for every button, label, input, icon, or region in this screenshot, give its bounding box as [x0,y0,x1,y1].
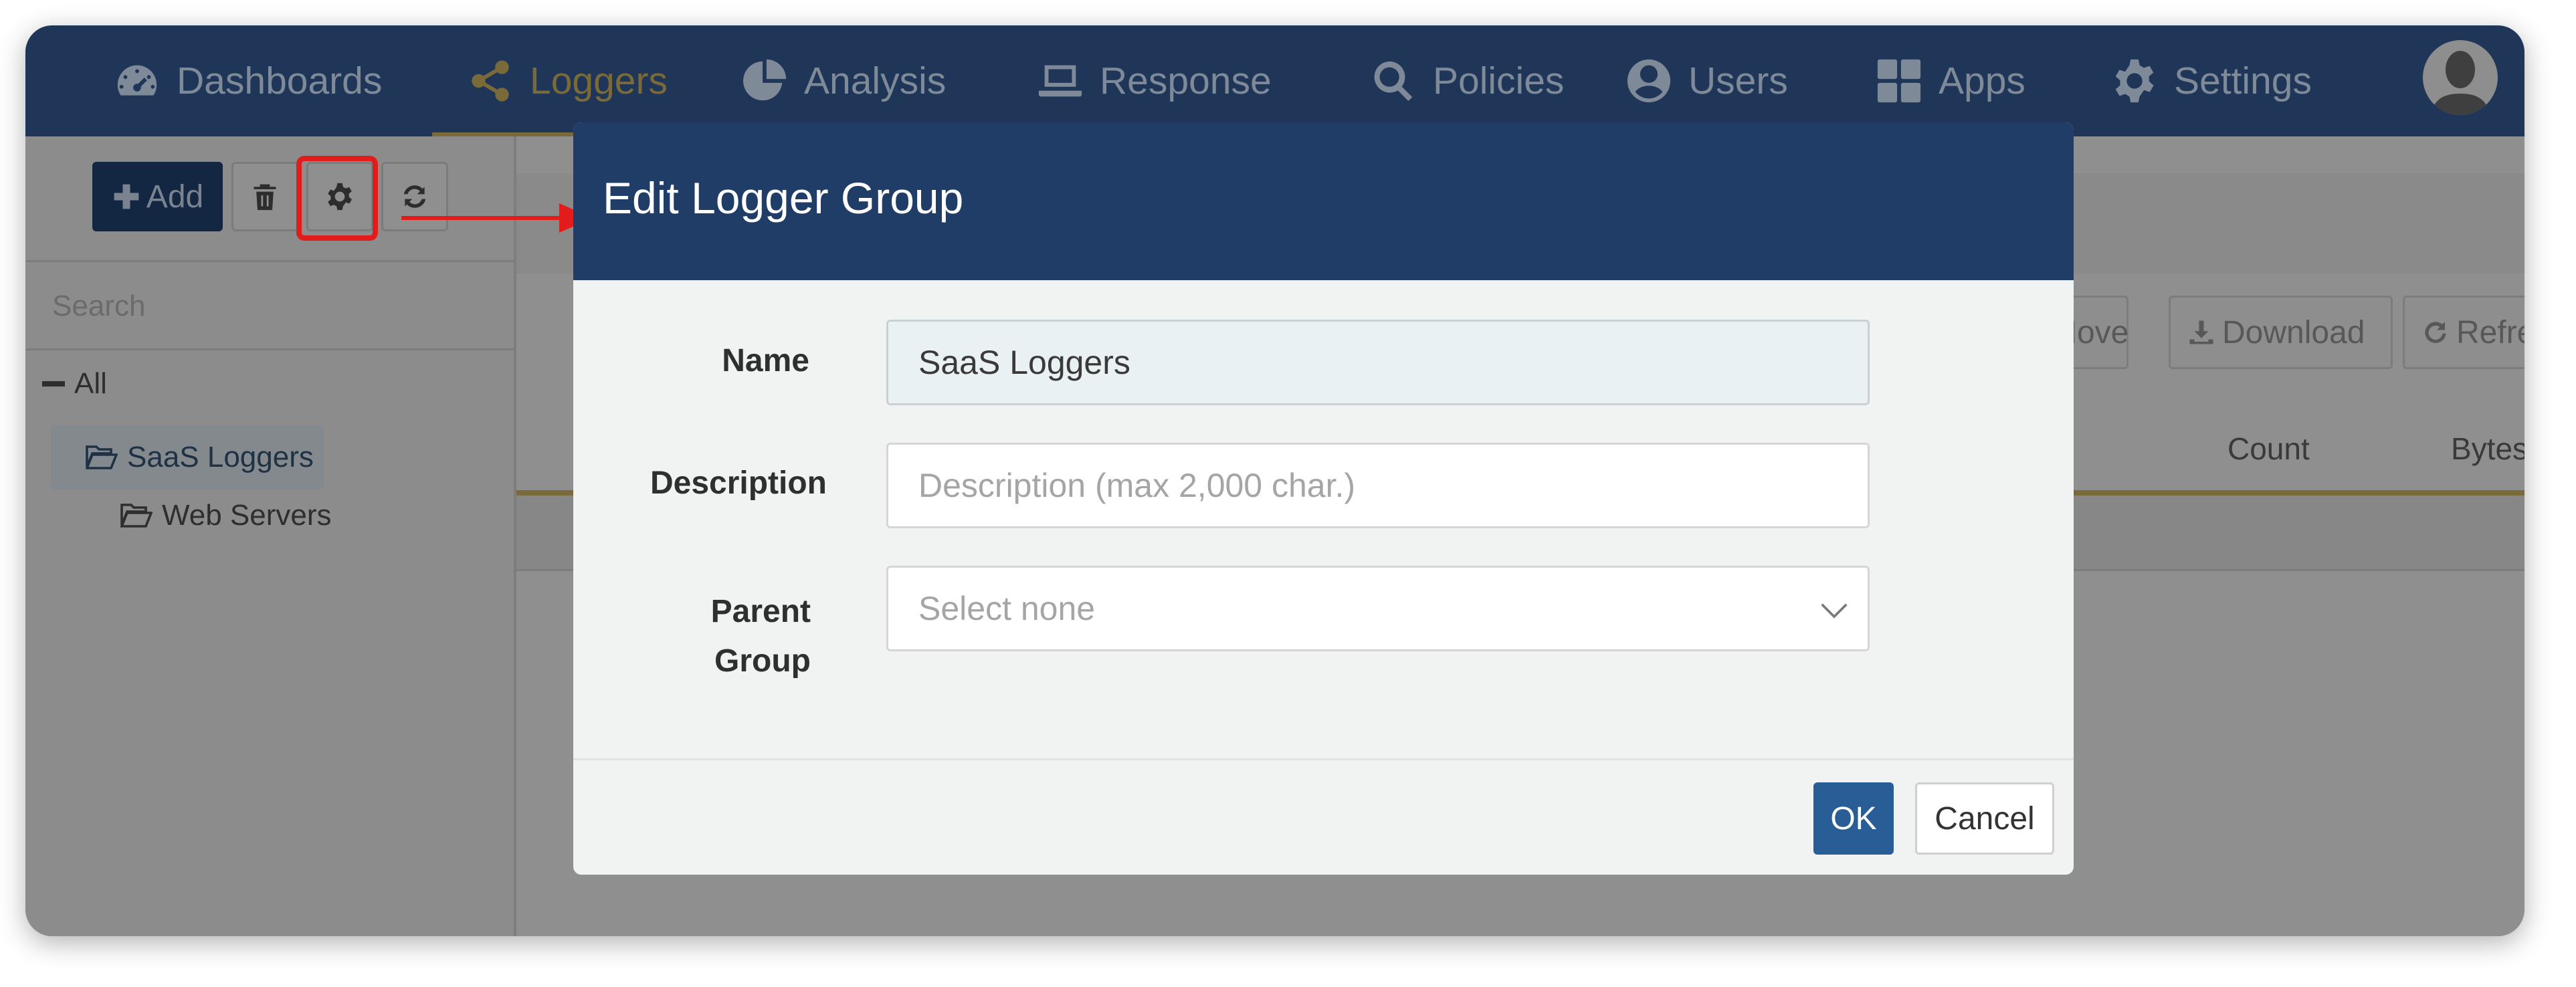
parent-group-label-line1: Parent [710,594,811,629]
parent-group-select[interactable]: Select none [886,566,1870,651]
nav-users[interactable]: Users [1625,25,1788,136]
nav-label: Users [1688,60,1788,102]
trash-icon [254,184,276,211]
logger-groups-panel: Add All SaaS Loggers Web Servers [25,136,516,936]
nav-label: Analysis [804,60,947,102]
nav-label: Dashboards [177,60,383,102]
tree-item-all[interactable]: All [42,367,107,401]
download-button-label: Download [2222,314,2365,350]
refresh-button[interactable]: Refres [2403,296,2524,369]
nav-policies[interactable]: Policies [1370,25,1564,136]
folder-open-icon [86,445,118,469]
nav-label: Settings [2174,60,2312,102]
chevron-down-icon [1821,603,1848,619]
share-icon [472,60,509,102]
nav-analysis[interactable]: Analysis [741,25,946,136]
dashboard-icon [117,65,157,96]
parent-group-select-value: Select none [918,590,1096,627]
avatar[interactable] [2423,40,2498,115]
nav-label: Policies [1433,60,1565,102]
laptop-icon [1038,65,1082,97]
grid-icon [1877,59,1921,103]
collapse-icon [42,381,65,387]
dialog-title: Edit Logger Group [603,173,964,223]
nav-loggers[interactable]: Loggers [432,25,694,136]
app-window: Dashboards Loggers Analysis Response Pol… [25,25,2524,936]
nav-label: Apps [1939,60,2025,102]
refresh-icon [2425,322,2446,343]
ok-button[interactable]: OK [1813,782,1894,855]
description-label: Description [650,465,827,501]
nav-apps[interactable]: Apps [1876,25,2025,136]
user-silhouette-icon [2431,51,2490,115]
name-label: Name [722,343,809,378]
folder-open-icon [120,504,153,528]
edit-logger-group-dialog: Edit Logger Group Name Description Paren… [573,122,2074,875]
description-field[interactable] [886,443,1870,528]
nav-settings[interactable]: Settings [2111,25,2312,136]
column-header-bytes[interactable]: Bytes [2451,431,2524,467]
tree-item-saas-loggers[interactable]: SaaS Loggers [51,425,324,489]
search-input[interactable] [51,289,482,324]
plus-icon [114,184,139,209]
user-circle-icon [1627,59,1671,103]
nav-response[interactable]: Response [1037,25,1272,136]
pie-chart-icon [743,59,787,101]
parent-group-label: Parent Group [711,587,811,686]
name-field[interactable] [886,320,1870,405]
delete-button[interactable] [231,162,298,231]
download-button[interactable]: Download [2169,296,2393,369]
tree-item-web-servers[interactable]: Web Servers [120,499,332,532]
top-navigation-bar: Dashboards Loggers Analysis Response Pol… [25,25,2524,136]
dialog-footer: OK Cancel [573,758,2074,875]
tree-search [25,260,514,350]
tree-item-label: Web Servers [162,499,332,532]
settings-button-highlight [296,156,378,241]
nav-label: Response [1100,60,1272,102]
download-icon [2189,320,2213,344]
gear-icon [2115,59,2154,103]
parent-group-label-line2: Group [714,643,811,679]
tree-item-label: SaaS Loggers [127,441,314,473]
cancel-button[interactable]: Cancel [1915,782,2054,855]
annotation-arrow [401,203,593,233]
dialog-header: Edit Logger Group [573,122,2074,280]
search-icon [1374,61,1413,102]
add-button[interactable]: Add [92,162,223,231]
refresh-button-label: Refres [2456,314,2524,350]
column-header-count[interactable]: Count [2227,431,2310,467]
add-button-label: Add [146,179,204,215]
nav-dashboards[interactable]: Dashboards [114,25,382,136]
nav-label: Loggers [530,60,668,102]
tree-item-label: All [74,367,107,400]
